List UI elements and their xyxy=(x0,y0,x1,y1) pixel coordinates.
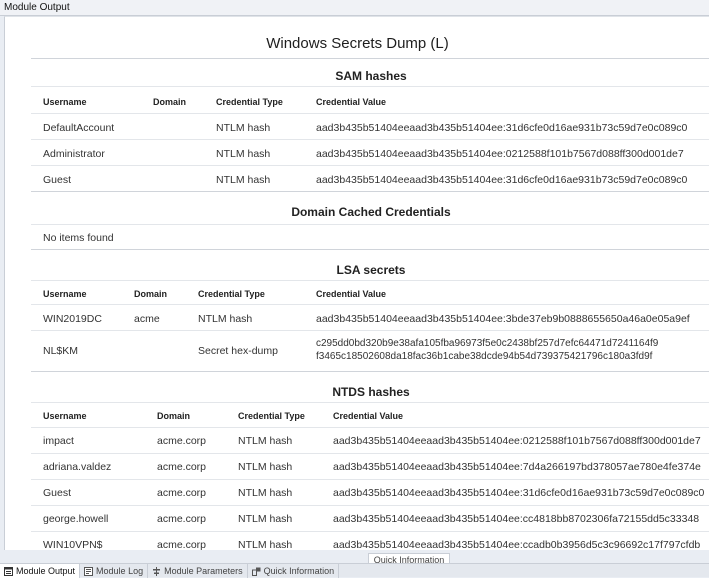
divider xyxy=(31,113,709,114)
credential-type-cell: NTLM hash xyxy=(198,313,253,325)
credential-type-cell: Secret hex-dump xyxy=(198,345,278,357)
lsa-header-domain: Domain xyxy=(134,289,168,299)
lsa-header-credential-type: Credential Type xyxy=(198,289,265,299)
credential-value-cell: aad3b435b51404eeaad3b435b51404ee:7d4a266… xyxy=(333,461,701,473)
username-cell: impact xyxy=(43,435,74,447)
lsa-header-credential-value: Credential Value xyxy=(316,289,387,299)
divider xyxy=(31,330,709,331)
username-cell: george.howell xyxy=(43,513,109,525)
credential-type-cell: NTLM hash xyxy=(238,461,293,473)
username-cell: adriana.valdez xyxy=(43,461,112,473)
domain-cell: acme.corp xyxy=(157,539,207,550)
domain-cell: acme xyxy=(134,313,160,325)
divider xyxy=(31,304,709,305)
ntds-header-username: Username xyxy=(43,411,87,421)
sam-header-domain: Domain xyxy=(153,97,187,107)
credential-value-cell: aad3b435b51404eeaad3b435b51404ee:31d6cfe… xyxy=(333,487,705,499)
credential-value-line2: f3465c18502608da18fac36b1cabe38dcde94b54… xyxy=(316,351,653,362)
report-title: Windows Secrets Dump (L) xyxy=(266,35,449,52)
tab-label: Module Parameters xyxy=(164,566,243,576)
credential-type-cell: NTLM hash xyxy=(238,513,293,525)
credential-type-cell: NTLM hash xyxy=(238,539,293,550)
credential-value-cell: aad3b435b51404eeaad3b435b51404ee:cc4818b… xyxy=(333,513,700,525)
ntds-section-title: NTDS hashes xyxy=(332,385,410,399)
tab-quick-information[interactable]: Quick Information xyxy=(248,564,340,578)
username-cell: Guest xyxy=(43,174,72,186)
sam-section-title: SAM hashes xyxy=(335,69,407,83)
divider xyxy=(31,402,709,403)
sam-header-credential-type: Credential Type xyxy=(216,97,283,107)
tab-module-log[interactable]: Module Log xyxy=(80,564,149,578)
credential-value-cell: aad3b435b51404eeaad3b435b51404ee:0212588… xyxy=(316,148,684,160)
module-parameters-icon xyxy=(152,566,161,576)
bottom-tab-bar: Module Output Module Log Module Paramete… xyxy=(0,563,709,578)
tab-label: Quick Information xyxy=(263,566,335,576)
divider xyxy=(31,371,709,372)
divider xyxy=(31,224,709,225)
quick-information-icon xyxy=(251,567,261,576)
cached-section-title: Domain Cached Credentials xyxy=(291,205,451,219)
credential-type-cell: NTLM hash xyxy=(238,435,293,447)
domain-cell: acme.corp xyxy=(157,461,207,473)
domain-cell: acme.corp xyxy=(157,435,207,447)
credential-value-cell: aad3b435b51404eeaad3b435b51404ee:3bde37e… xyxy=(316,313,690,325)
divider xyxy=(31,427,709,428)
username-cell: DefaultAccount xyxy=(43,122,115,134)
credential-type-cell: NTLM hash xyxy=(216,148,271,160)
username-cell: Guest xyxy=(43,487,72,499)
divider xyxy=(31,191,709,192)
module-log-icon xyxy=(84,566,94,576)
module-output-panel: Windows Secrets Dump (L) SAM hashes User… xyxy=(4,16,709,550)
credential-value-cell: aad3b435b51404eeaad3b435b51404ee:31d6cfe… xyxy=(316,122,688,134)
divider xyxy=(31,280,709,281)
tab-module-output[interactable]: Module Output xyxy=(0,564,81,578)
username-cell: Administrator xyxy=(43,148,105,160)
lsa-section-title: LSA secrets xyxy=(336,263,406,277)
domain-cell: acme.corp xyxy=(157,513,207,525)
divider xyxy=(31,139,709,140)
cached-empty-message: No items found xyxy=(43,232,114,244)
tab-label: Module Output xyxy=(16,566,76,576)
ntds-header-credential-value: Credential Value xyxy=(333,411,404,421)
divider xyxy=(31,165,709,166)
ntds-header-credential-type: Credential Type xyxy=(238,411,305,421)
divider xyxy=(31,86,709,87)
credential-type-cell: NTLM hash xyxy=(216,122,271,134)
lsa-header-username: Username xyxy=(43,289,87,299)
divider xyxy=(31,531,709,532)
sam-header-credential-value: Credential Value xyxy=(316,97,387,107)
sam-header-username: Username xyxy=(43,97,87,107)
credential-type-cell: NTLM hash xyxy=(216,174,271,186)
username-cell: WIN2019DC xyxy=(43,313,102,325)
ntds-header-domain: Domain xyxy=(157,411,191,421)
module-output-icon xyxy=(4,566,13,576)
credential-value-cell: aad3b435b51404eeaad3b435b51404ee:0212588… xyxy=(333,435,701,447)
divider xyxy=(31,58,709,59)
credential-value-line1: c295dd0bd320b9e38afa105fba96973f5e0c2438… xyxy=(316,338,659,349)
credential-value-cell: aad3b435b51404eeaad3b435b51404ee:ccadb0b… xyxy=(333,539,701,550)
tab-label: Module Log xyxy=(96,566,144,576)
window-title: Module Output xyxy=(0,0,709,16)
domain-cell: acme.corp xyxy=(157,487,207,499)
username-cell: WIN10VPN$ xyxy=(43,539,103,550)
credential-type-cell: NTLM hash xyxy=(238,487,293,499)
credential-value-cell: aad3b435b51404eeaad3b435b51404ee:31d6cfe… xyxy=(316,174,688,186)
divider xyxy=(31,479,709,480)
divider xyxy=(31,249,709,250)
divider xyxy=(31,505,709,506)
tab-module-parameters[interactable]: Module Parameters xyxy=(148,564,248,578)
username-cell: NL$KM xyxy=(43,345,79,357)
divider xyxy=(31,453,709,454)
